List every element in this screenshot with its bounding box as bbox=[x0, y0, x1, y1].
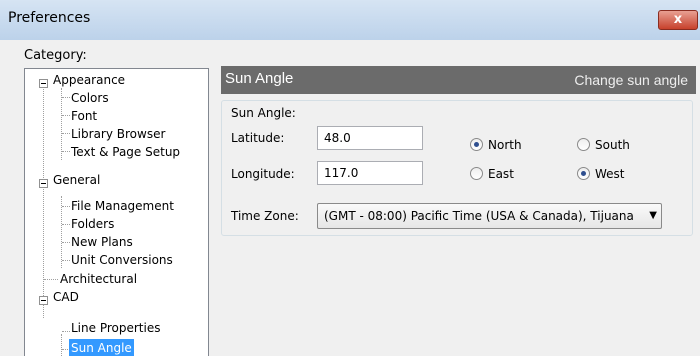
panel-header: Sun Angle Change sun angle bbox=[221, 66, 696, 94]
collapse-general-icon[interactable] bbox=[39, 179, 48, 188]
tree-connector bbox=[61, 334, 62, 356]
settings-panel: Sun Angle Change sun angle Sun Angle: La… bbox=[221, 66, 696, 356]
tree-item-file-management[interactable]: File Management bbox=[69, 197, 176, 215]
timezone-label: Time Zone: bbox=[231, 209, 299, 223]
tree-connector bbox=[43, 83, 44, 318]
title-bar[interactable]: Preferences x bbox=[0, 0, 700, 40]
tree-item-appearance[interactable]: Appearance bbox=[51, 71, 127, 89]
category-label: Category: bbox=[24, 48, 87, 63]
west-label: West bbox=[595, 167, 625, 181]
dropdown-arrow-icon: ▼ bbox=[649, 210, 657, 221]
collapse-cad-icon[interactable] bbox=[39, 296, 48, 305]
tree-item-unit-conversions[interactable]: Unit Conversions bbox=[69, 251, 175, 269]
latitude-label: Latitude: bbox=[231, 131, 285, 145]
tree-item-font[interactable]: Font bbox=[69, 107, 99, 125]
category-tree[interactable]: Appearance Colors Font Library Browser T… bbox=[24, 68, 209, 356]
tree-item-sun-angle[interactable]: Sun Angle bbox=[69, 339, 134, 356]
tree-item-cad[interactable]: CAD bbox=[51, 288, 81, 306]
radio-unchecked-icon bbox=[470, 167, 483, 180]
tree-item-colors[interactable]: Colors bbox=[69, 89, 111, 107]
radio-checked-icon bbox=[470, 138, 483, 151]
tree-item-new-plans[interactable]: New Plans bbox=[69, 233, 135, 251]
latitude-input[interactable] bbox=[317, 126, 423, 150]
north-radio[interactable]: North bbox=[470, 137, 522, 153]
tree-item-architectural[interactable]: Architectural bbox=[58, 270, 139, 288]
tree-item-folders[interactable]: Folders bbox=[69, 215, 116, 233]
panel-description: Change sun angle bbox=[574, 72, 688, 88]
longitude-input[interactable] bbox=[317, 161, 423, 185]
close-icon: x bbox=[673, 12, 683, 27]
tree-connector bbox=[44, 279, 58, 280]
tree-connector bbox=[61, 88, 62, 160]
west-radio[interactable]: West bbox=[577, 166, 625, 182]
timezone-value: (GMT - 08:00) Pacific Time (USA & Canada… bbox=[324, 209, 634, 223]
tree-item-line-properties[interactable]: Line Properties bbox=[69, 319, 162, 337]
close-button[interactable]: x bbox=[658, 10, 698, 30]
north-label: North bbox=[488, 138, 522, 152]
dialog-content: Category: Appearance Colors Font Library… bbox=[0, 40, 700, 356]
window-title: Preferences bbox=[8, 10, 91, 26]
panel-title: Sun Angle bbox=[225, 70, 294, 87]
south-radio[interactable]: South bbox=[577, 137, 630, 153]
tree-item-text-page-setup[interactable]: Text & Page Setup bbox=[69, 143, 182, 161]
radio-unchecked-icon bbox=[577, 138, 590, 151]
timezone-select[interactable]: (GMT - 08:00) Pacific Time (USA & Canada… bbox=[317, 203, 662, 229]
south-label: South bbox=[595, 138, 630, 152]
collapse-appearance-icon[interactable] bbox=[39, 79, 48, 88]
longitude-label: Longitude: bbox=[231, 167, 295, 181]
preferences-window: Preferences x Category: Appearance Color… bbox=[0, 0, 700, 356]
east-radio[interactable]: East bbox=[470, 166, 514, 182]
tree-item-library-browser[interactable]: Library Browser bbox=[69, 125, 167, 143]
radio-checked-icon bbox=[577, 167, 590, 180]
group-label: Sun Angle: bbox=[231, 106, 296, 120]
sun-angle-group: Sun Angle: Latitude: North South Longitu… bbox=[221, 100, 693, 236]
east-label: East bbox=[488, 167, 514, 181]
tree-item-general[interactable]: General bbox=[51, 171, 102, 189]
